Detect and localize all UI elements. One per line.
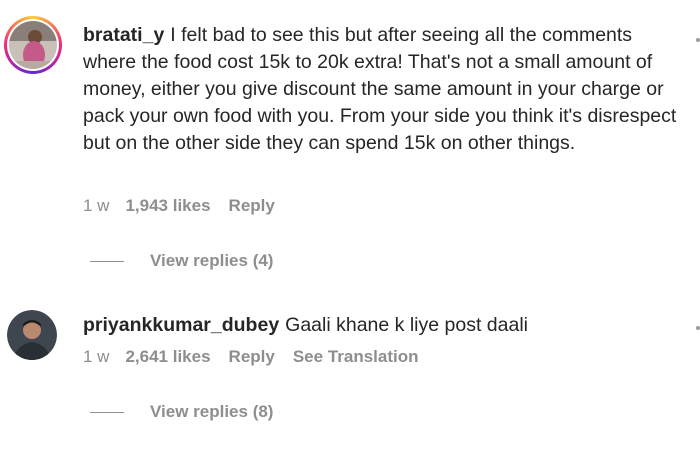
- comment-meta: 1 w 2,641 likes Reply See Translation: [83, 347, 419, 367]
- see-translation-button[interactable]: See Translation: [293, 347, 419, 367]
- view-replies-label: View replies (4): [150, 251, 274, 270]
- comment-item: priyankkumar_dubey Gaali khane k liye pos…: [0, 290, 700, 452]
- comment-item: bratati_y I felt bad to see this but afte…: [0, 0, 700, 290]
- comment-body: priyankkumar_dubey Gaali khane k liye pos…: [83, 312, 683, 339]
- comment-body: bratati_y I felt bad to see this but afte…: [83, 22, 683, 157]
- avatar-photo: [9, 21, 57, 69]
- likes-count[interactable]: 1,943 likes: [125, 196, 210, 216]
- avatar-photo: [7, 310, 57, 360]
- reply-button[interactable]: Reply: [229, 196, 275, 216]
- comment-timestamp: 1 w: [83, 347, 110, 366]
- more-options-icon[interactable]: [696, 326, 700, 330]
- comment-text: Gaali khane k liye post daali: [285, 314, 528, 336]
- view-replies-button[interactable]: View replies (8): [90, 402, 273, 422]
- comment-username[interactable]: bratati_y: [83, 24, 164, 46]
- comment-timestamp: 1 w: [83, 196, 110, 215]
- view-replies-button[interactable]: View replies (4): [90, 251, 273, 271]
- avatar[interactable]: [7, 310, 57, 360]
- replies-divider-line: [90, 260, 124, 262]
- more-options-icon[interactable]: [696, 38, 700, 42]
- comment-text: I felt bad to see this but after seeing …: [83, 24, 677, 154]
- reply-button[interactable]: Reply: [229, 347, 275, 367]
- view-replies-label: View replies (8): [150, 402, 274, 421]
- avatar[interactable]: [4, 16, 62, 74]
- replies-divider-line: [90, 411, 124, 413]
- likes-count[interactable]: 2,641 likes: [125, 347, 210, 367]
- comment-meta: 1 w 1,943 likes Reply: [83, 196, 293, 216]
- comment-username[interactable]: priyankkumar_dubey: [83, 314, 279, 336]
